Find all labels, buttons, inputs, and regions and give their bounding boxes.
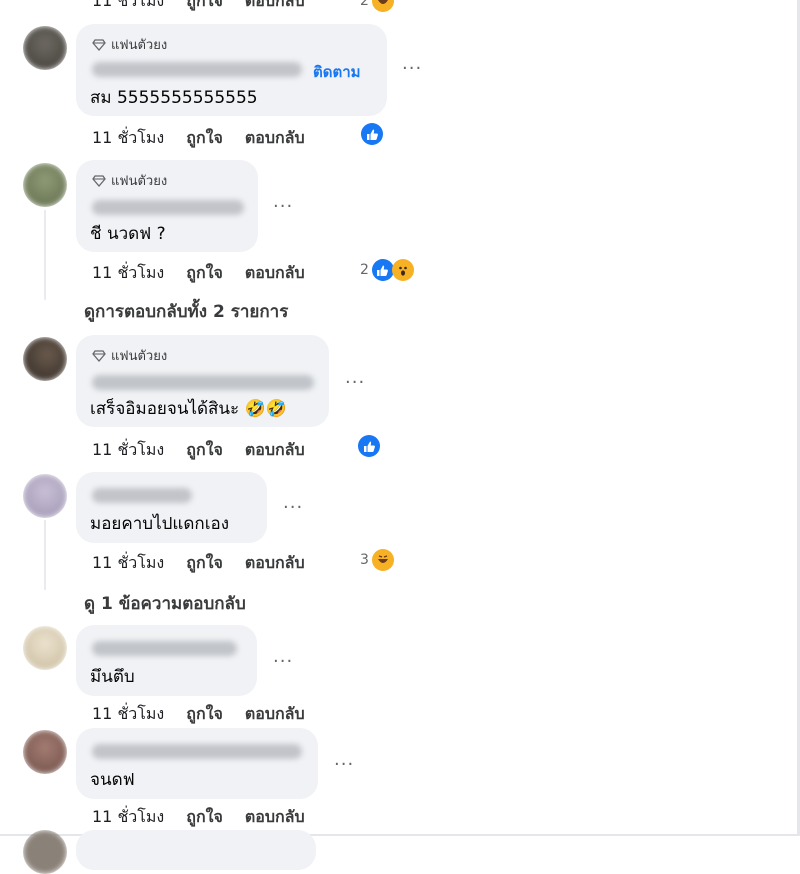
avatar[interactable] bbox=[23, 830, 67, 874]
comment-time: 11 ชั่วโมง bbox=[92, 0, 165, 10]
like-action[interactable]: ถูกใจ bbox=[186, 702, 223, 727]
avatar[interactable] bbox=[23, 337, 67, 381]
wow-reaction-icon bbox=[391, 259, 414, 281]
commenter-name[interactable] bbox=[92, 375, 314, 390]
top-fan-badge: แฟนตัวยง bbox=[92, 345, 167, 366]
badge-label: แฟนตัวยง bbox=[111, 174, 168, 189]
commenter-name[interactable] bbox=[92, 744, 302, 759]
haha-reaction-icon bbox=[371, 0, 394, 12]
reaction-summary[interactable] bbox=[361, 123, 383, 145]
diamond-icon bbox=[92, 38, 106, 51]
comment-time: 11 ชั่วโมง bbox=[92, 553, 165, 572]
comment-text: เสร็จอิมอยจนได้สินะ 🤣🤣 bbox=[90, 399, 287, 419]
top-fan-badge: แฟนตัวยง bbox=[92, 34, 167, 55]
like-reaction-icon bbox=[358, 435, 380, 457]
thread-line bbox=[44, 520, 46, 590]
comment-text: จนดฟ bbox=[90, 770, 135, 790]
comment-time: 11 ชั่วโมง bbox=[92, 263, 165, 282]
reply-action[interactable]: ตอบกลับ bbox=[245, 702, 305, 727]
thread-line bbox=[44, 210, 46, 300]
reaction-summary[interactable] bbox=[358, 435, 380, 457]
badge-label: แฟนตัวยง bbox=[111, 38, 168, 53]
reply-action[interactable]: ตอบกลับ bbox=[245, 0, 305, 14]
more-options-icon[interactable]: ··· bbox=[334, 754, 354, 775]
more-options-icon[interactable]: ··· bbox=[345, 372, 365, 393]
commenter-name[interactable] bbox=[92, 200, 244, 215]
reply-action[interactable]: ตอบกลับ bbox=[245, 438, 305, 463]
comment-bubble: แฟนตัวยง ติดตาม สม 5555555555555 bbox=[76, 24, 387, 116]
reply-action[interactable]: ตอบกลับ bbox=[245, 126, 305, 151]
like-action[interactable]: ถูกใจ bbox=[186, 805, 223, 830]
reaction-count: 2 bbox=[360, 262, 369, 278]
comment-text: มอยคาบไปแดกเอง bbox=[90, 514, 230, 534]
comment-actions-top: 11 ชั่วโมง ถูกใจ ตอบกลับ bbox=[92, 0, 327, 14]
comment-time: 11 ชั่วโมง bbox=[92, 128, 165, 147]
comment-bubble bbox=[76, 830, 316, 870]
comment-actions: 11 ชั่วโมง ถูกใจ ตอบกลับ bbox=[92, 551, 327, 576]
like-action[interactable]: ถูกใจ bbox=[186, 126, 223, 151]
commenter-name[interactable] bbox=[92, 488, 192, 503]
like-action[interactable]: ถูกใจ bbox=[186, 261, 223, 286]
more-options-icon[interactable]: ··· bbox=[273, 651, 293, 672]
avatar[interactable] bbox=[23, 474, 67, 518]
comment-bubble: แฟนตัวยง ชี นวดฟ ? bbox=[76, 160, 258, 252]
comment-text: มึนตึบ bbox=[90, 667, 135, 687]
like-action[interactable]: ถูกใจ bbox=[186, 0, 223, 14]
comment-bubble: จนดฟ bbox=[76, 728, 318, 799]
like-reaction-icon bbox=[371, 259, 394, 281]
more-options-icon[interactable]: ··· bbox=[273, 196, 293, 217]
badge-label: แฟนตัวยง bbox=[111, 349, 168, 364]
like-action[interactable]: ถูกใจ bbox=[186, 551, 223, 576]
comment-bubble: แฟนตัวยง เสร็จอิมอยจนได้สินะ 🤣🤣 bbox=[76, 335, 329, 427]
comment-bubble: มึนตึบ bbox=[76, 625, 257, 696]
top-fan-badge: แฟนตัวยง bbox=[92, 170, 167, 191]
diamond-icon bbox=[92, 174, 106, 187]
comment-time: 11 ชั่วโมง bbox=[92, 704, 165, 723]
avatar[interactable] bbox=[23, 626, 67, 670]
comment-text: สม 5555555555555 bbox=[90, 88, 258, 108]
more-options-icon[interactable]: ··· bbox=[402, 58, 422, 79]
comment-actions: 11 ชั่วโมง ถูกใจ ตอบกลับ bbox=[92, 702, 327, 727]
reaction-count: 2 bbox=[360, 0, 369, 9]
avatar[interactable] bbox=[23, 26, 67, 70]
reply-action[interactable]: ตอบกลับ bbox=[245, 551, 305, 576]
comment-time: 11 ชั่วโมง bbox=[92, 440, 165, 459]
comment-actions: 11 ชั่วโมง ถูกใจ ตอบกลับ bbox=[92, 805, 327, 830]
comment-text: ชี นวดฟ ? bbox=[90, 224, 166, 244]
reaction-summary[interactable]: 2 bbox=[360, 259, 414, 281]
like-reaction-icon bbox=[361, 123, 383, 145]
avatar[interactable] bbox=[23, 730, 67, 774]
like-action[interactable]: ถูกใจ bbox=[186, 438, 223, 463]
commenter-name[interactable] bbox=[92, 641, 237, 656]
comment-actions: 11 ชั่วโมง ถูกใจ ตอบกลับ bbox=[92, 126, 327, 151]
avatar[interactable] bbox=[23, 163, 67, 207]
comment-time: 11 ชั่วโมง bbox=[92, 807, 165, 826]
reply-action[interactable]: ตอบกลับ bbox=[245, 805, 305, 830]
commenter-name[interactable] bbox=[92, 62, 302, 77]
view-replies-link[interactable]: ดู 1 ข้อความตอบกลับ bbox=[84, 590, 246, 617]
haha-reaction-icon bbox=[371, 549, 394, 571]
reaction-summary[interactable]: 2 bbox=[360, 0, 394, 12]
reaction-count: 3 bbox=[360, 552, 369, 568]
view-replies-link[interactable]: ดูการตอบกลับทั้ง 2 รายการ bbox=[84, 298, 288, 325]
comment-bubble: มอยคาบไปแดกเอง bbox=[76, 472, 267, 543]
reaction-summary[interactable]: 3 bbox=[360, 549, 394, 571]
more-options-icon[interactable]: ··· bbox=[283, 497, 303, 518]
comment-actions: 11 ชั่วโมง ถูกใจ ตอบกลับ bbox=[92, 261, 327, 286]
reply-action[interactable]: ตอบกลับ bbox=[245, 261, 305, 286]
follow-button[interactable]: ติดตาม bbox=[313, 60, 361, 84]
diamond-icon bbox=[92, 349, 106, 362]
comment-actions: 11 ชั่วโมง ถูกใจ ตอบกลับ bbox=[92, 438, 327, 463]
